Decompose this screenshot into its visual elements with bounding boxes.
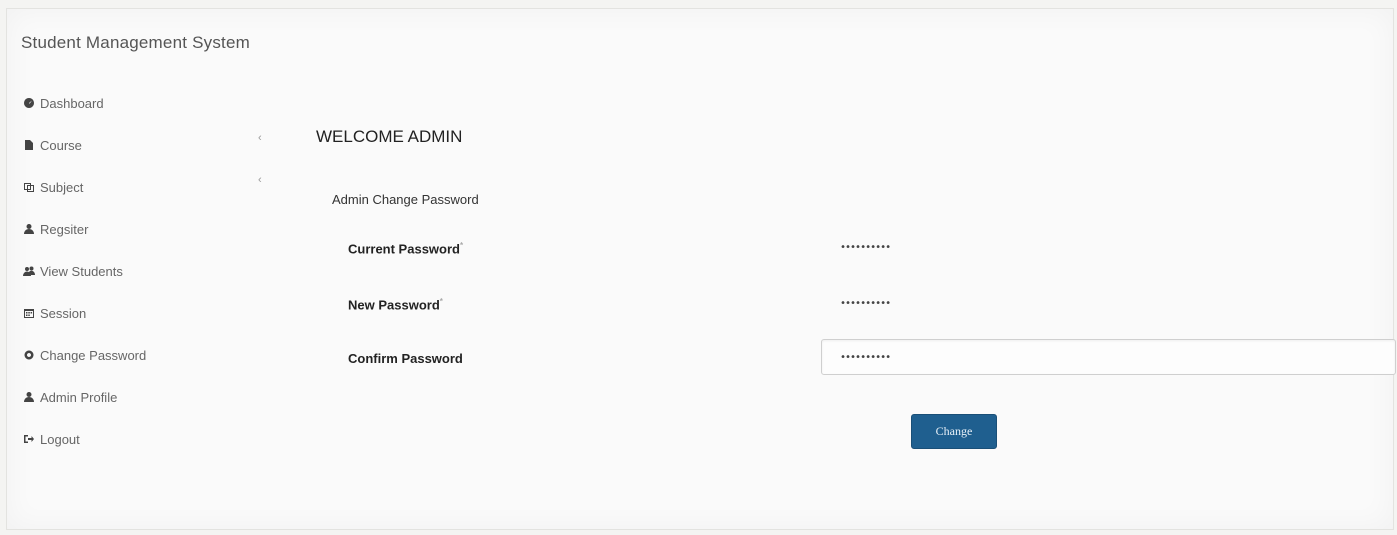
sidebar-item-label: Subject [40,179,84,195]
gear-icon [22,348,36,362]
user-icon [22,390,36,404]
subject-icon [22,180,36,194]
sidebar-item-course[interactable]: Course ‹ [22,124,272,166]
sidebar-item-subject[interactable]: Subject ‹ [22,166,272,208]
course-icon [22,138,36,152]
students-icon [22,264,36,278]
sidebar-item-label: Regsiter [40,221,89,237]
chevron-left-icon[interactable]: ‹ [258,174,262,186]
sidebar-item-label: Course [40,137,82,153]
sidebar-item-label: Dashboard [40,95,104,111]
app-title: Student Management System [21,33,250,52]
sidebar: Dashboard Course ‹ Subject ‹ Regsiter Vi… [22,82,272,460]
confirm-password-label: Confirm Password [348,351,463,366]
current-password-label: Current Password* [348,241,464,257]
change-button[interactable]: Change [911,414,997,449]
new-password-field[interactable] [821,285,1396,321]
register-icon [22,222,36,236]
confirm-password-field[interactable] [821,339,1396,375]
sidebar-item-label: Logout [40,431,80,447]
form-title: Admin Change Password [332,192,479,207]
sidebar-item-label: Admin Profile [40,389,118,405]
required-mark: * [439,297,443,306]
sidebar-item-session[interactable]: Session [22,292,272,334]
calendar-icon [22,306,36,320]
logout-icon [22,432,36,446]
sidebar-item-dashboard[interactable]: Dashboard [22,82,272,124]
current-password-field[interactable] [821,229,1396,265]
chevron-left-icon[interactable]: ‹ [258,132,262,144]
sidebar-item-label: View Students [40,263,123,279]
sidebar-item-view-students[interactable]: View Students [22,250,272,292]
dashboard-icon [22,96,36,110]
sidebar-item-label: Session [40,305,87,321]
sidebar-item-label: Change Password [40,347,147,363]
required-mark: * [459,241,464,250]
sidebar-item-logout[interactable]: Logout [22,418,272,460]
page-title: WELCOME ADMIN [316,127,463,146]
new-password-label: New Password* [348,297,443,313]
sidebar-item-register[interactable]: Regsiter [22,208,272,250]
sidebar-item-change-password[interactable]: Change Password [22,334,272,376]
sidebar-item-admin-profile[interactable]: Admin Profile [22,376,272,418]
